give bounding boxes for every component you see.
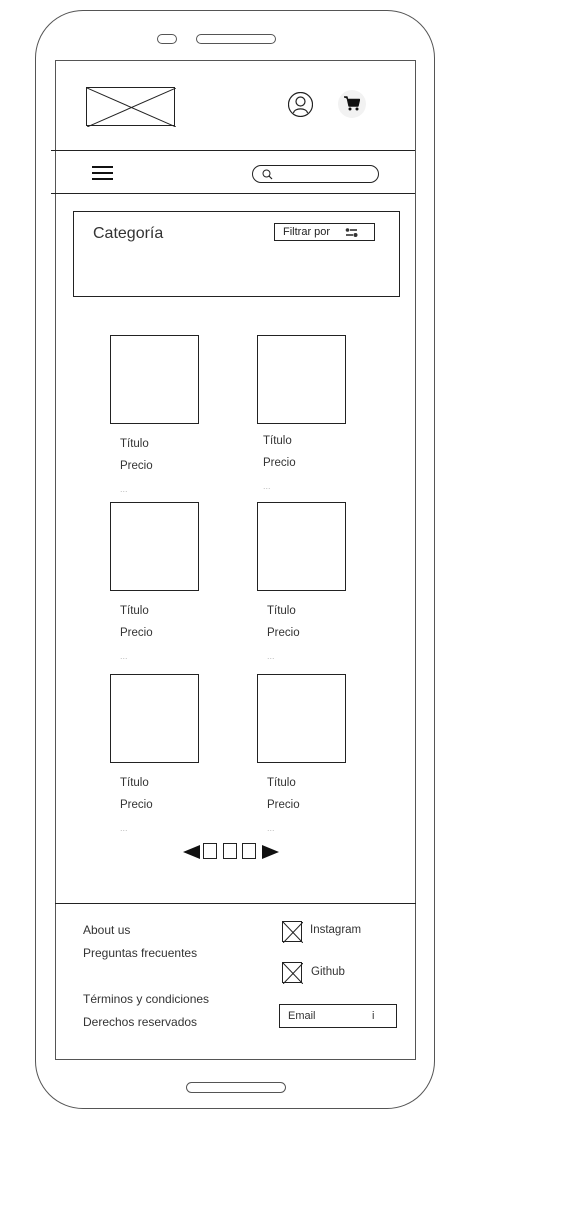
product-image[interactable] bbox=[110, 502, 199, 591]
product-price: Precio bbox=[120, 460, 153, 472]
nav-divider bbox=[51, 193, 415, 194]
product-more: ... bbox=[263, 481, 271, 491]
triangle-left-icon[interactable] bbox=[183, 845, 200, 859]
earpiece-speaker bbox=[196, 34, 276, 44]
email-cursor: i bbox=[372, 1010, 375, 1022]
product-image[interactable] bbox=[257, 502, 346, 591]
terms-link[interactable]: Términos y condiciones bbox=[83, 992, 209, 1006]
page-button-3[interactable] bbox=[242, 843, 256, 859]
hamburger-menu-icon[interactable] bbox=[92, 165, 113, 181]
footer-divider bbox=[55, 903, 416, 904]
instagram-icon[interactable] bbox=[282, 921, 303, 943]
page-button-2[interactable] bbox=[223, 843, 237, 859]
github-icon[interactable] bbox=[282, 962, 303, 984]
header-divider bbox=[51, 150, 415, 151]
product-title[interactable]: Título bbox=[267, 777, 296, 789]
product-title[interactable]: Título bbox=[263, 435, 292, 447]
product-image[interactable] bbox=[257, 674, 346, 763]
instagram-link[interactable]: Instagram bbox=[310, 924, 361, 936]
product-title[interactable]: Título bbox=[120, 605, 149, 617]
product-price: Precio bbox=[267, 799, 300, 811]
email-field[interactable]: Email i bbox=[279, 1004, 397, 1028]
product-price: Precio bbox=[267, 627, 300, 639]
user-icon[interactable] bbox=[287, 91, 314, 118]
front-camera bbox=[157, 34, 177, 44]
product-title[interactable]: Título bbox=[120, 777, 149, 789]
email-label: Email bbox=[288, 1010, 316, 1022]
page-button-1[interactable] bbox=[203, 843, 217, 859]
product-title[interactable]: Título bbox=[267, 605, 296, 617]
product-image[interactable] bbox=[257, 335, 346, 424]
product-more: ... bbox=[267, 823, 275, 833]
filter-icon bbox=[345, 228, 358, 237]
category-title: Categoría bbox=[93, 225, 164, 242]
search-field[interactable] bbox=[275, 167, 373, 180]
rights-link[interactable]: Derechos reservados bbox=[83, 1015, 197, 1029]
product-price: Precio bbox=[120, 627, 153, 639]
search-icon bbox=[262, 169, 273, 180]
search-input[interactable] bbox=[252, 165, 379, 183]
github-link[interactable]: Github bbox=[311, 966, 345, 978]
about-link[interactable]: About us bbox=[83, 923, 130, 937]
filter-button[interactable]: Filtrar por bbox=[274, 223, 375, 241]
product-more: ... bbox=[120, 823, 128, 833]
logo-image-placeholder-icon[interactable] bbox=[86, 87, 176, 127]
faq-link[interactable]: Preguntas frecuentes bbox=[83, 946, 197, 960]
product-more: ... bbox=[120, 484, 128, 494]
shopping-cart-icon[interactable] bbox=[338, 90, 366, 118]
product-title[interactable]: Título bbox=[120, 438, 149, 450]
filter-label: Filtrar por bbox=[283, 226, 331, 238]
product-price: Precio bbox=[120, 799, 153, 811]
product-more: ... bbox=[267, 651, 275, 661]
home-button[interactable] bbox=[186, 1082, 286, 1093]
product-price: Precio bbox=[263, 457, 296, 469]
product-image[interactable] bbox=[110, 335, 199, 424]
product-image[interactable] bbox=[110, 674, 199, 763]
triangle-right-icon[interactable] bbox=[262, 845, 279, 859]
product-more: ... bbox=[120, 651, 128, 661]
